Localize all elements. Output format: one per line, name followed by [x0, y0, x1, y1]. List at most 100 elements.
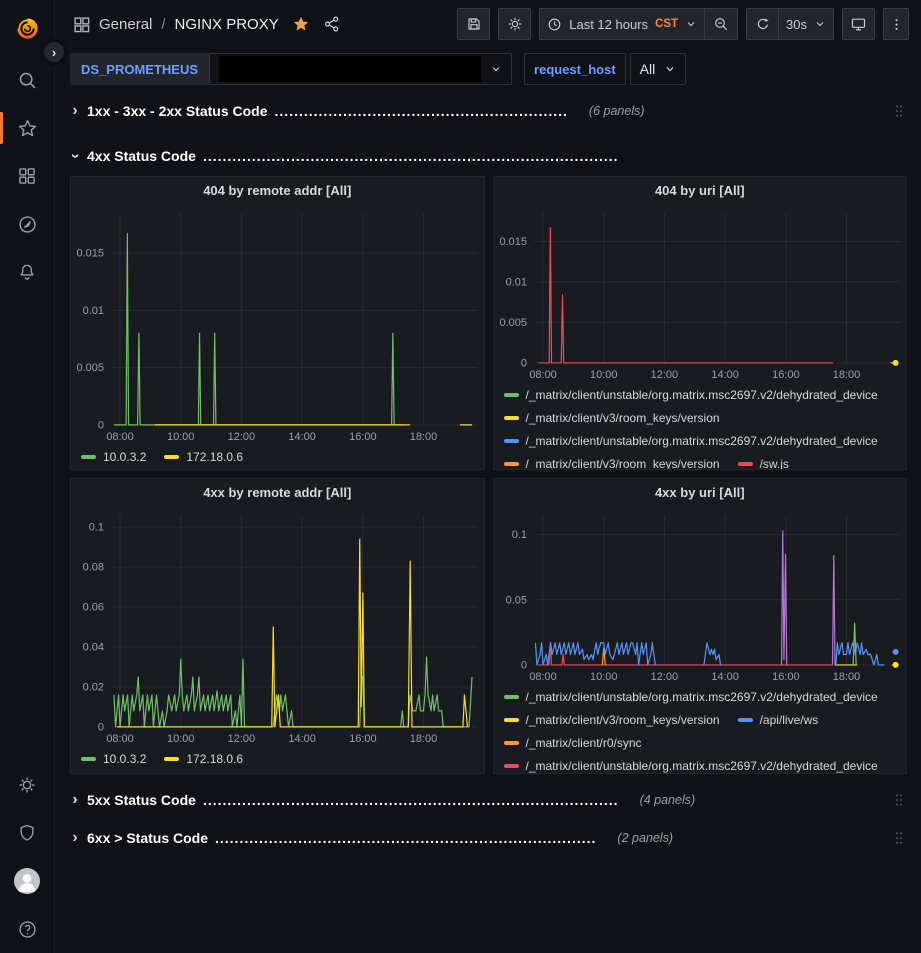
panel-title-text: 4xx by uri [All] — [655, 485, 745, 500]
row-drag-handle[interactable] — [891, 102, 907, 120]
refresh-button[interactable] — [746, 8, 779, 40]
svg-text:16:00: 16:00 — [349, 733, 376, 745]
timeseries-chart[interactable]: 08:0010:0012:0014:0016:0018:0000.050.1 — [494, 505, 907, 685]
legend-item[interactable]: 172.18.0.6 — [164, 748, 243, 771]
svg-text:08:00: 08:00 — [106, 733, 133, 745]
chevron-down-icon — [490, 63, 502, 75]
chevron-down-icon — [685, 18, 697, 30]
legend-swatch — [738, 462, 753, 466]
request-host-variable-label: request_host — [524, 53, 626, 85]
row-panel-count: (4 panels) — [640, 793, 696, 807]
svg-text:12:00: 12:00 — [650, 671, 677, 683]
chevron-down-icon — [664, 63, 676, 75]
refresh-interval-dropdown[interactable]: 30s — [779, 8, 834, 40]
sidebar-item-server-admin[interactable] — [3, 809, 51, 857]
panel-header[interactable]: 4xx by remote addr [All] — [71, 479, 484, 505]
zoom-out-time-button[interactable] — [705, 8, 738, 40]
svg-text:18:00: 18:00 — [410, 733, 437, 745]
unstar-dashboard-button[interactable] — [292, 15, 310, 33]
sidebar-item-profile[interactable] — [3, 857, 51, 905]
legend-item[interactable]: /_matrix/client/unstable/org.matrix.msc2… — [504, 384, 878, 407]
timeseries-chart[interactable]: 08:0010:0012:0014:0016:0018:0000.0050.01… — [71, 203, 484, 445]
svg-text:0: 0 — [520, 357, 526, 369]
row-6xx[interactable]: › 6xx > Status Code ....................… — [70, 823, 907, 853]
row-drag-handle[interactable] — [891, 791, 907, 809]
row-title: 4xx Status Code — [87, 148, 196, 164]
kiosk-mode-button[interactable] — [842, 8, 875, 40]
legend-item[interactable]: /_matrix/client/v3/room_keys/version — [504, 407, 720, 430]
timeseries-chart[interactable]: 08:0010:0012:0014:0016:0018:0000.0050.01… — [494, 203, 907, 383]
legend-swatch — [504, 416, 519, 420]
time-picker-group: Last 12 hours CST — [539, 8, 738, 40]
legend-item[interactable]: /_matrix/client/v3/room_keys/version — [504, 453, 720, 469]
chart-legend: /_matrix/client/unstable/org.matrix.msc2… — [494, 685, 907, 773]
time-range-label: Last 12 hours — [569, 17, 648, 32]
share-dashboard-button[interactable] — [323, 15, 341, 33]
star-filled-icon — [292, 15, 310, 33]
dashboard-settings-button[interactable] — [498, 8, 531, 40]
sidebar-item-search[interactable] — [3, 56, 51, 104]
row-drag-handle[interactable] — [891, 829, 907, 847]
kebab-menu-icon — [889, 17, 904, 32]
panel-header[interactable]: 404 by remote addr [All] — [71, 177, 484, 203]
row-title: 5xx Status Code — [87, 792, 196, 808]
more-options-button[interactable] — [883, 8, 909, 40]
legend-swatch — [504, 741, 519, 745]
svg-text:12:00: 12:00 — [650, 369, 677, 381]
dashboards-grid-icon — [17, 166, 37, 186]
sidebar-item-alerting[interactable] — [3, 248, 51, 296]
dashboards-grid-icon — [73, 16, 90, 33]
variable-datasource: DS_PROMETHEUS — [70, 53, 512, 85]
sidebar-item-explore[interactable] — [3, 200, 51, 248]
timeseries-chart[interactable]: 08:0010:0012:0014:0016:0018:0000.020.040… — [71, 505, 484, 747]
svg-text:16:00: 16:00 — [349, 431, 376, 443]
save-icon — [466, 16, 482, 32]
legend-item[interactable]: /api/live/ws — [738, 709, 819, 732]
sidebar-item-dashboards[interactable] — [3, 152, 51, 200]
row-4xx[interactable]: › 4xx Status Code ......................… — [70, 142, 907, 170]
row-1xx-3xx-2xx[interactable]: › 1xx - 3xx - 2xx Status Code ..........… — [70, 96, 907, 126]
svg-text:14:00: 14:00 — [711, 671, 738, 683]
breadcrumb-section[interactable]: General — [99, 16, 152, 33]
legend-item[interactable]: /_matrix/client/r0/sync — [504, 732, 642, 755]
svg-text:0.015: 0.015 — [77, 248, 104, 260]
dashboards-breadcrumb-button[interactable] — [73, 16, 90, 33]
legend-item[interactable]: 10.0.3.2 — [81, 446, 146, 469]
legend-item[interactable]: 10.0.3.2 — [81, 748, 146, 771]
sidebar-item-configuration[interactable] — [3, 761, 51, 809]
svg-text:14:00: 14:00 — [288, 733, 315, 745]
svg-text:0.005: 0.005 — [499, 317, 526, 329]
panel-4xx-by-remote-addr: 4xx by remote addr [All] 08:00 10:00 12:00… — [70, 478, 485, 774]
panel-header[interactable]: 4xx by uri [All] — [494, 479, 907, 505]
legend-item[interactable]: /_matrix/client/unstable/org.matrix.msc2… — [504, 686, 878, 709]
svg-text:08:00: 08:00 — [529, 671, 556, 683]
svg-text:12:00: 12:00 — [228, 431, 255, 443]
legend-item[interactable]: /_matrix/client/unstable/org.matrix.msc2… — [504, 755, 878, 773]
expand-sidebar-button[interactable]: › — [41, 39, 67, 65]
drag-dots-icon — [891, 791, 907, 809]
sidebar-item-help[interactable] — [3, 905, 51, 953]
dashboard-content: › 1xx - 3xx - 2xx Status Code ..........… — [55, 90, 921, 953]
row-5xx[interactable]: › 5xx Status Code ......................… — [70, 785, 907, 815]
panel-header[interactable]: 404 by uri [All] — [494, 177, 907, 203]
drag-dots-icon — [891, 102, 907, 120]
datasource-variable-dropdown[interactable] — [209, 53, 512, 85]
svg-text:0.06: 0.06 — [83, 602, 104, 614]
time-range-picker[interactable]: Last 12 hours CST — [539, 8, 705, 40]
svg-text:10:00: 10:00 — [167, 733, 194, 745]
zoom-out-icon — [713, 16, 729, 32]
svg-text:12:00: 12:00 — [228, 733, 255, 745]
svg-text:08:00: 08:00 — [529, 369, 556, 381]
legend-swatch — [504, 462, 519, 466]
save-dashboard-button[interactable] — [457, 8, 490, 40]
legend-item[interactable]: /_matrix/client/v3/room_keys/version — [504, 709, 720, 732]
svg-text:0.1: 0.1 — [89, 522, 104, 534]
legend-item[interactable]: 172.18.0.6 — [164, 446, 243, 469]
legend-item[interactable]: /_matrix/client/unstable/org.matrix.msc2… — [504, 430, 878, 453]
request-host-variable-dropdown[interactable]: All — [630, 53, 687, 85]
legend-item[interactable]: /sw.js — [738, 453, 789, 469]
svg-text:10:00: 10:00 — [167, 431, 194, 443]
row-panel-count: (2 panels) — [617, 831, 673, 845]
sidebar-item-starred[interactable] — [3, 104, 51, 152]
legend-swatch — [504, 439, 519, 443]
